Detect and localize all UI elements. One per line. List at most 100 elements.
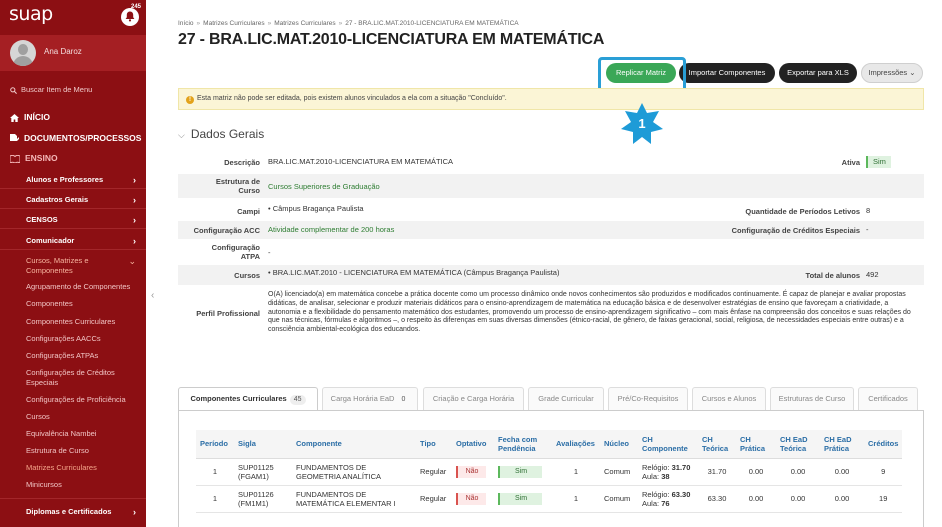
cell-ead-teorica: 0.00 [776,458,820,486]
tab-carga-horaria-ead[interactable]: Carga Horária EaD 0 [322,387,418,411]
nav-comunicador-label: Comunicador [26,236,75,245]
row-acc: Configuração ACC Atividade complementar … [178,221,924,239]
chevron-down-icon: ⌄ [128,256,136,266]
value-acc[interactable]: Atividade complementar de 200 horas [268,225,394,235]
aula-label: Aula: [642,471,660,481]
row-estrutura: Estrutura de Curso Cursos Superiores de … [178,174,924,198]
nav-minicursos[interactable]: Minicursos [26,480,62,490]
nav-censos[interactable]: CENSOS › [0,215,146,225]
cell-componente[interactable]: FUNDAMENTOS DE GEOMETRIA ANALÍTICA [292,458,416,486]
suap-logo[interactable]: suap [9,3,53,25]
nav-equivalencia[interactable]: Equivalência Nambei [26,429,96,439]
cell-optativo: Não [452,458,494,486]
tab-certificados[interactable]: Certificados [858,387,918,411]
impressoes-dropdown[interactable]: Impressões ⌄ [861,63,923,83]
componentes-table: Período Sigla Componente Tipo Optativo F… [196,430,903,513]
breadcrumb-matrizes[interactable]: Matrizes Curriculares [203,20,264,27]
nav-componentes-curriculares[interactable]: Componentes Curriculares [26,317,115,327]
cell-creditos: 19 [864,485,903,513]
importar-componentes-button[interactable]: Importar Componentes [679,63,775,83]
nav-matrizes-curriculares[interactable]: Matrizes Curriculares [26,463,97,473]
nav-estrutura-curso[interactable]: Estrutura de Curso [26,446,89,456]
dados-gerais-header[interactable]: ⌵ Dados Gerais [178,127,264,141]
label-total-alunos: Total de alunos [805,271,860,280]
tab-label: Carga Horária EaD [330,394,395,403]
nav-comunicador[interactable]: Comunicador › [0,236,146,246]
collapse-sidebar-icon[interactable]: ‹ [151,290,154,301]
cell-tipo: Regular [416,485,452,513]
nav-inicio-label: INÍCIO [24,112,50,122]
value-campi: Câmpus Bragança Paulista [272,204,364,213]
relogio-label: Relógio: [642,489,670,499]
bell-icon[interactable] [121,8,139,26]
tab-criacao-carga[interactable]: Criação e Carga Horária [423,387,524,411]
value-cursos: BRA.LIC.MAT.2010 - LICENCIATURA EM MATEM… [272,268,560,277]
value-descricao: BRA.LIC.MAT.2010-LICENCIATURA EM MATEMÁT… [268,157,454,166]
step-badge: 1 [621,103,663,147]
col-ch-componente[interactable]: CH Componente [638,430,698,459]
col-ch-ead-teorica[interactable]: CH EaD Teórica [776,430,820,459]
warning-alert: ! Esta matriz não pode ser editada, pois … [178,88,924,110]
notification-count: 245 [131,4,142,10]
col-avaliacoes[interactable]: Avaliações [552,430,600,459]
nav-config-proficiencia[interactable]: Configurações de Proficiência [26,395,126,405]
nav-inicio[interactable]: INÍCIO [0,109,146,126]
tab-grade-curricular[interactable]: Grade Curricular [528,387,604,411]
nav-config-atpas[interactable]: Configurações ATPAs [26,351,98,361]
user-panel[interactable]: Ana Daroz [0,35,146,71]
chevron-right-icon: › [133,195,136,205]
tab-cursos-alunos[interactable]: Cursos e Alunos [692,387,766,411]
cell-pendencia: Sim [494,458,552,486]
nav-ensino[interactable]: ENSINO [0,150,146,167]
tab-pre-co-requisitos[interactable]: Pré/Co-Requisitos [608,387,688,411]
search-icon [10,86,17,94]
col-periodo[interactable]: Período [196,430,234,459]
breadcrumb-matrizes-2[interactable]: Matrizes Curriculares [274,20,335,27]
nav-config-creditos[interactable]: Configurações de Créditos Especiais [26,368,136,388]
nav-agrupamento[interactable]: Agrupamento de Componentes [26,282,130,292]
value-estrutura[interactable]: Cursos Superiores de Graduação [268,182,380,192]
divider [0,228,146,229]
col-ch-ead-pratica[interactable]: CH EaD Prática [820,430,864,459]
label-perfil: Perfil Profissional [196,309,260,318]
divider [0,188,146,189]
breadcrumb: Início» Matrizes Curriculares» Matrizes Cu… [178,20,519,27]
col-tipo[interactable]: Tipo [416,430,452,459]
menu-search[interactable]: Buscar Item de Menu [10,85,92,94]
divider [0,249,146,250]
col-pendencia[interactable]: Fecha com Pendência [494,430,552,459]
col-ch-teorica[interactable]: CH Teórica [698,430,736,459]
col-componente[interactable]: Componente [292,430,416,459]
col-nucleo[interactable]: Núcleo [600,430,638,459]
breadcrumb-inicio[interactable]: Início [178,20,194,27]
nav-componentes[interactable]: Componentes [26,299,73,309]
chevron-down-icon: ⌵ [178,130,185,140]
nav-alunos-professores[interactable]: Alunos e Professores › [0,175,146,185]
cell-componente[interactable]: FUNDAMENTOS DE MATEMÁTICA ELEMENTAR I [292,485,416,513]
tab-estruturas-curso[interactable]: Estruturas de Curso [770,387,854,411]
nav-diplomas-certificados[interactable]: Diplomas e Certificados › [0,507,146,517]
divider [0,498,146,499]
exportar-xls-button[interactable]: Exportar para XLS [779,63,857,83]
label-estrutura: Estrutura de Curso [215,177,260,195]
nav-documentos-processos[interactable]: DOCUMENTOS/PROCESSOS [0,130,146,147]
col-creditos[interactable]: Créditos [864,430,903,459]
col-ch-pratica[interactable]: CH Prática [736,430,776,459]
nav-config-aaccs[interactable]: Configurações AACCs [26,334,101,344]
nav-cursos-matrizes[interactable]: Cursos, Matrizes e Componentes ⌄ [0,256,136,276]
tab-componentes-curriculares[interactable]: Componentes Curriculares 45 [178,387,318,411]
chevron-right-icon: › [133,175,136,185]
relogio-label: Relógio: [642,462,670,472]
nav-cursos-matrizes-label: Cursos, Matrizes e Componentes [26,256,89,275]
col-sigla[interactable]: Sigla [234,430,292,459]
app: suap 245 Ana Daroz Buscar Item de Menu I… [0,0,942,527]
nav-cadastros-gerais[interactable]: Cadastros Gerais › [0,195,146,205]
value-periodos: 8 [866,206,871,215]
cell-sigla: SUP01125 (FGAM1) [234,458,292,486]
nav-cursos[interactable]: Cursos [26,412,50,422]
table-row[interactable]: 1 SUP01126 (FM1M1) FUNDAMENTOS DE MATEMÁ… [196,485,903,513]
col-optativo[interactable]: Optativo [452,430,494,459]
section-title: Dados Gerais [190,127,265,141]
avatar [10,40,36,66]
table-row[interactable]: 1 SUP01125 (FGAM1) FUNDAMENTOS DE GEOMET… [196,458,903,486]
